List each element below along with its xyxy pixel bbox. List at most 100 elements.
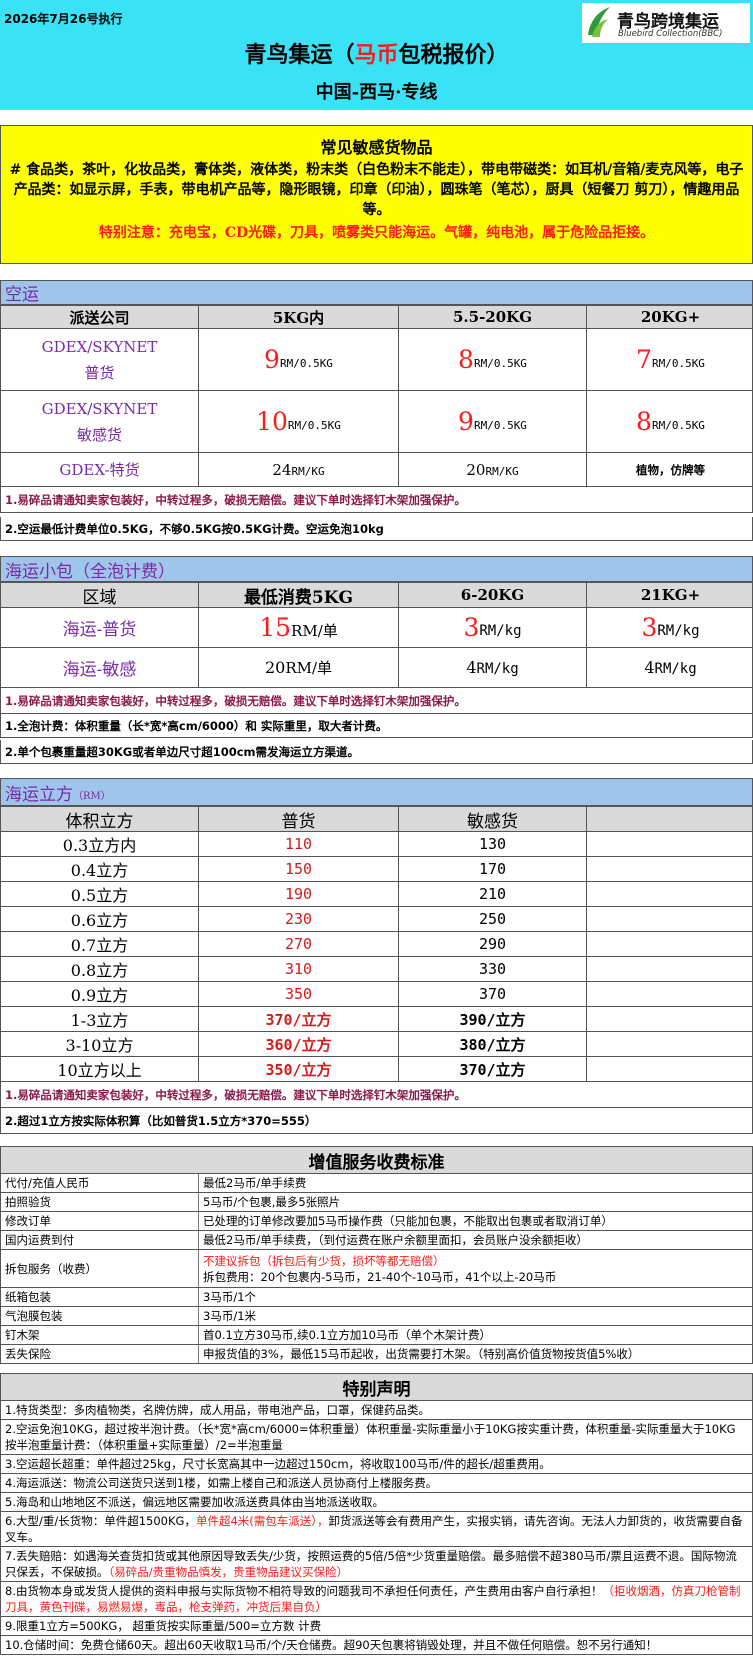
air-price-cell: 9 RM/0.5KG xyxy=(399,391,587,452)
service-row: 代付/充值人民币 最低2马币/单手续费 xyxy=(0,1174,753,1193)
sea-small-row-sensitive: 海运-敏感 20 RM/单 4 RM/kg 4 RM/kg xyxy=(0,648,753,688)
sea-cube-row: 0.3立方内 110 130 xyxy=(0,832,753,857)
sea-cube-sensitive-price: 130 xyxy=(399,832,587,856)
sea-small-col-min: 最低消费5KG xyxy=(199,583,399,608)
declaration-text: 8.由货物本身或发货人提供的资料申报与实际货物不相符导致的问题我司不承担任何责任… xyxy=(5,1584,603,1598)
sea-cube-sensitive-price: 170 xyxy=(399,857,587,881)
declaration-item: 4.海运派送：物流公司送货只送到1楼，如需上楼自己和派送人员协商付上楼服务费。 xyxy=(0,1474,753,1493)
sea-cube-table-header: 体积立方 普货 敏感货 xyxy=(0,806,753,832)
service-row: 钉木架 首0.1立方30马币,续0.1立方加10马币（单个木架计费） xyxy=(0,1326,753,1345)
sea-small-note-volume: 1.全泡计费：体积重量（长*宽*高cm/6000）和 实际重里，取大者计费。 xyxy=(0,714,753,738)
service-name: 国内运费到付 xyxy=(1,1231,199,1249)
sensitive-text: # 食品类，茶叶，化妆品类，膏体类，液体类，粉末类（白色粉末不能走），带电带磁类… xyxy=(9,162,744,218)
sea-cube-general-price: 370/立方 xyxy=(199,1007,399,1031)
sea-cube-general-price: 350/立方 xyxy=(199,1057,399,1081)
service-row: 丢失保险 申报货值的3%，最低15马币起收，出货需要打木架。（特别高价值货物按货值… xyxy=(0,1345,753,1364)
sea-cube-empty-cell xyxy=(587,1007,753,1031)
sea-cube-general-price: 150 xyxy=(199,857,399,881)
service-name: 丢失保险 xyxy=(1,1345,199,1363)
sea-cube-volume: 0.4立方 xyxy=(1,857,199,881)
sea-cube-col-general: 普货 xyxy=(199,807,399,832)
declaration-text: 9.限重1立方=500KG， 超重货按实际重量/500=立方数 计费 xyxy=(5,1619,322,1633)
service-row: 气泡膜包装 3马币/1米 xyxy=(0,1307,753,1326)
service-name: 拆包服务（收费） xyxy=(1,1250,199,1287)
air-price-cell: 24 RM/KG xyxy=(199,453,399,486)
service-name: 修改订单 xyxy=(1,1212,199,1230)
service-name: 钉木架 xyxy=(1,1326,199,1344)
air-special-items: 植物，仿牌等 xyxy=(636,462,705,477)
sea-cube-volume: 0.6立方 xyxy=(1,907,199,931)
service-row: 拆包服务（收费） 不建议拆包（拆包后有少货，损坏等都无赔偿） 拆包费用：20个包裹内… xyxy=(0,1250,753,1288)
title-red: 马币 xyxy=(354,42,399,68)
sea-cube-empty-cell xyxy=(587,832,753,856)
sea-cube-row: 10立方以上 350/立方 370/立方 xyxy=(0,1057,753,1082)
sensitive-warning: 特别注意：充电宝，CD光碟，刀具，喷雾类只能海运。气罐，纯电池，属于危险品拒接。 xyxy=(98,225,655,241)
air-price-cell: 20 RM/KG xyxy=(399,453,587,486)
declaration-item: 6.大型/重/长货物：单件超1500KG，单件超4米(需包车派送），卸货派送等会… xyxy=(0,1512,753,1547)
air-row-general: GDEX/SKYNET 普货 9 RM/0.5KG 8 RM/0.5KG 7 RM/0.… xyxy=(0,329,753,391)
sea-cube-general-price: 190 xyxy=(199,882,399,906)
declaration-text: 2.空运免泡10KG，超过按半泡计费。（长*宽*高cm/6000=体积重量）体积… xyxy=(5,1422,736,1452)
services-title: 增值服务收费标准 xyxy=(0,1146,753,1174)
service-row: 国内运费到付 最低2马币/单手续费，（到付运费在账户余额里面扣，会员账户没余额拒收… xyxy=(0,1231,753,1250)
service-desc: 5马币/个包裹,最多5张照片 xyxy=(203,1195,341,1209)
air-price-cell: 9 RM/0.5KG xyxy=(199,329,399,390)
sea-cube-col-empty xyxy=(587,807,753,831)
sea-small-col-6-20: 6-20KG xyxy=(399,583,587,607)
air-section-header: 空运 xyxy=(0,280,753,305)
declaration-item: 5.海岛和山地地区不派送，偏远地区需要加收派送费具体由当地派送收取。 xyxy=(0,1493,753,1512)
declaration-text-a: 6.大型/重/长货物：单件超1500KG， xyxy=(5,1514,196,1528)
sea-cube-row: 1-3立方 370/立方 390/立方 xyxy=(0,1007,753,1032)
air-price-cell: 8 RM/0.5KG xyxy=(399,329,587,390)
sea-cube-general-price: 360/立方 xyxy=(199,1032,399,1056)
air-row-sensitive: GDEX/SKYNET 敏感货 10 RM/0.5KG 9 RM/0.5KG 8 RM/… xyxy=(0,391,753,453)
service-desc: 3马币/1米 xyxy=(203,1309,257,1323)
sea-cube-row: 0.4立方 150 170 xyxy=(0,857,753,882)
sea-cube-sensitive-price: 330 xyxy=(399,957,587,981)
declaration-list: 1.特货类型：多肉植物类，名牌仿牌，成人用品，带电池产品，口罩，保健药品类。 2.… xyxy=(0,1401,753,1655)
sea-cube-sensitive-price: 390/立方 xyxy=(399,1007,587,1031)
air-row-special: GDEX-特货 24 RM/KG 20 RM/KG 植物，仿牌等 xyxy=(0,453,753,487)
air-col-company: 派送公司 xyxy=(1,306,199,328)
sea-small-section-header: 海运小包（全泡计费） xyxy=(0,556,753,582)
page-title: 青鸟集运（ 马币 包税报价） xyxy=(0,36,753,70)
title-post: 包税报价） xyxy=(398,42,509,68)
sea-cube-general-price: 230 xyxy=(199,907,399,931)
air-note-fragile: 1.易碎品请通知卖家包装好，中转过程多，破损无赔偿。建议下单时选择钉木架加强保护… xyxy=(0,487,753,513)
sea-cube-volume: 0.8立方 xyxy=(1,957,199,981)
declaration-item: 10.仓储时间：免费仓储60天。超出60天收取1马币/个/天仓储费。超90天包裹… xyxy=(0,1636,753,1655)
declaration-item: 7.丢失赔赔：如遇海关查货扣货或其他原因导致丢失/少货，按照运费的5倍/5倍*少… xyxy=(0,1547,753,1582)
sea-small-table-header: 区域 最低消费5KG 6-20KG 21KG+ xyxy=(0,582,753,608)
sea-price-cell: 3 RM/kg xyxy=(399,608,587,647)
sea-price-cell: 20 RM/单 xyxy=(199,648,399,687)
sea-cube-general-price: 310 xyxy=(199,957,399,981)
sea-price-cell: 15 RM/单 xyxy=(199,608,399,647)
sea-price-cell: 4 RM/kg xyxy=(399,648,587,687)
declaration-text-red: 单件超4米(需包车派送）， xyxy=(195,1514,329,1528)
sea-cube-volume: 1-3立方 xyxy=(1,1007,199,1031)
sea-small-col-region: 区域 xyxy=(1,583,199,608)
declaration-item: 9.限重1立方=500KG， 超重货按实际重量/500=立方数 计费 xyxy=(0,1617,753,1636)
service-desc: 最低2马币/单手续费，（到付运费在账户余额里面扣，会员账户没余额拒收） xyxy=(203,1233,588,1247)
sea-cube-section-header: 海运立方 （RM） xyxy=(0,778,753,806)
sea-cube-general-price: 270 xyxy=(199,932,399,956)
sea-cube-volume: 3-10立方 xyxy=(1,1032,199,1056)
declaration-text-red: （易碎品/贵重物品慎发，贵重物品建议买保险） xyxy=(108,1565,349,1579)
sea-cube-volume: 0.3立方内 xyxy=(1,832,199,856)
title-pre: 青鸟集运（ xyxy=(244,42,355,68)
service-desc: 最低2马币/单手续费 xyxy=(203,1176,307,1190)
declaration-title: 特别声明 xyxy=(0,1373,753,1401)
service-row: 拍照验货 5马币/个包裹,最多5张照片 xyxy=(0,1193,753,1212)
sea-cube-empty-cell xyxy=(587,1032,753,1056)
sea-cube-empty-cell xyxy=(587,1057,753,1081)
service-row: 纸箱包装 3马币/1个 xyxy=(0,1288,753,1307)
service-name: 纸箱包装 xyxy=(1,1288,199,1306)
sea-cube-sensitive-price: 380/立方 xyxy=(399,1032,587,1056)
sea-cube-volume: 0.7立方 xyxy=(1,932,199,956)
air-price-cell: 10 RM/0.5KG xyxy=(199,391,399,452)
declaration-item: 2.空运免泡10KG，超过按半泡计费。（长*宽*高cm/6000=体积重量）体积… xyxy=(0,1420,753,1455)
air-price-cell: 8 RM/0.5KG xyxy=(636,407,705,436)
sea-cube-note-fragile: 1.易碎品请通知卖家包装好，中转过程多，破损无赔偿。建议下单时选择钉木架加强保护… xyxy=(0,1082,753,1108)
declaration-text: 10.仓储时间：免费仓储60天。超出60天收取1马币/个/天仓储费。超90天包裹… xyxy=(5,1638,658,1652)
sea-cube-volume: 10立方以上 xyxy=(1,1057,199,1081)
